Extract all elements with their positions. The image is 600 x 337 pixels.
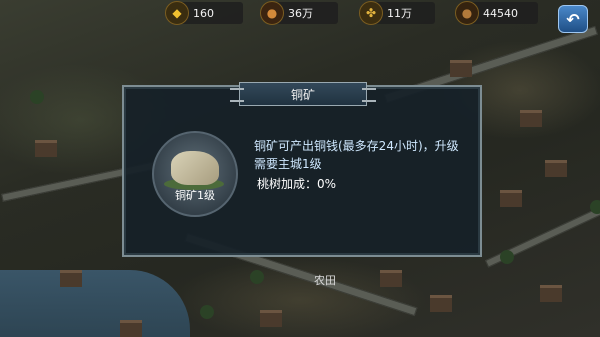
- tree: [30, 90, 44, 104]
- wheat-icon: ✤: [359, 1, 383, 25]
- back-arrow-icon: ↶: [566, 9, 580, 29]
- tree: [250, 270, 264, 284]
- house[interactable]: [500, 190, 522, 207]
- copper-mine-image: [171, 151, 219, 185]
- coin-bag-icon: ●: [455, 1, 479, 25]
- title-ornament-right: [362, 88, 376, 102]
- house[interactable]: [260, 310, 282, 327]
- resource-bar-food[interactable]: ● 36万: [260, 1, 338, 25]
- house[interactable]: [450, 60, 472, 77]
- resource-bar-gold[interactable]: ◆ 160: [165, 1, 243, 25]
- house[interactable]: [540, 285, 562, 302]
- farm-label[interactable]: 农田: [314, 272, 336, 288]
- building-level-label: 铜矿1级: [175, 189, 215, 202]
- peach-tree-bonus: 桃树加成：0%: [257, 177, 337, 191]
- tree: [200, 305, 214, 319]
- resource-bar-copper[interactable]: ● 44540: [455, 1, 538, 25]
- building-description: 铜矿可产出铜钱(最多存24小时)，升级需要主城1级: [254, 139, 459, 171]
- house[interactable]: [545, 160, 567, 177]
- boat[interactable]: [120, 320, 142, 337]
- food-bowl-icon: ●: [260, 1, 284, 25]
- house[interactable]: [430, 295, 452, 312]
- river: [0, 270, 190, 337]
- house[interactable]: [380, 270, 402, 287]
- resource-bar-wheat[interactable]: ✤ 11万: [359, 1, 435, 25]
- tree: [500, 250, 514, 264]
- house[interactable]: [520, 110, 542, 127]
- resource-value-gold: 160: [193, 6, 214, 20]
- resource-value-food: 36万: [288, 7, 313, 20]
- boat[interactable]: [60, 270, 82, 287]
- building-portrait: 铜矿1级: [152, 131, 238, 217]
- dialog-title-banner: 铜矿: [230, 82, 376, 106]
- dialog-title: 铜矿: [290, 87, 315, 102]
- resource-value-copper: 44540: [483, 6, 518, 20]
- house[interactable]: [35, 140, 57, 157]
- title-ornament-left: [230, 88, 244, 102]
- back-button[interactable]: ↶: [558, 5, 588, 33]
- gold-ingot-icon: ◆: [165, 1, 189, 25]
- building-info-dialog: 铜矿 铜矿1级 铜矿可产出铜钱(最多存24小时)，升级需要主城1级 桃树加成：0…: [122, 82, 482, 257]
- resource-value-wheat: 11万: [387, 7, 412, 20]
- tree: [590, 200, 600, 214]
